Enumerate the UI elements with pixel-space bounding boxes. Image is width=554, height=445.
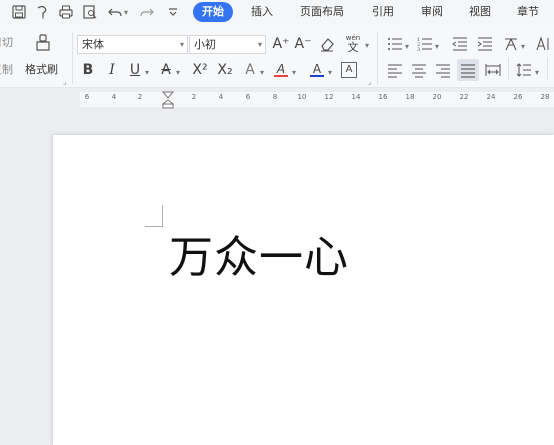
ruler-tick: 26 xyxy=(513,93,523,101)
chevron-down-icon[interactable]: ▾ xyxy=(328,68,332,77)
decrease-indent-icon[interactable] xyxy=(451,35,469,53)
chevron-down-icon[interactable]: ▾ xyxy=(365,41,369,50)
print-icon[interactable] xyxy=(57,3,75,21)
justify-icon[interactable] xyxy=(457,59,479,81)
text-direction-icon[interactable] xyxy=(534,35,552,53)
tab-view[interactable]: 视图 xyxy=(469,4,491,20)
tab-home[interactable]: 开始 xyxy=(193,2,233,22)
clear-format-icon[interactable] xyxy=(318,35,336,53)
align-left-icon[interactable] xyxy=(386,61,404,79)
divider xyxy=(72,32,73,84)
bold-button[interactable]: B xyxy=(80,61,96,79)
chinese-layout-icon[interactable] xyxy=(502,35,520,53)
strikethrough-button[interactable]: A xyxy=(158,61,174,79)
increase-indent-icon[interactable] xyxy=(476,35,494,53)
font-color-bar xyxy=(310,75,324,77)
divider xyxy=(377,32,378,84)
superscript-button[interactable]: X² xyxy=(190,61,210,79)
indent-marker-icon[interactable] xyxy=(161,91,175,109)
underline-button[interactable]: U xyxy=(127,61,143,79)
undo-dropdown-icon[interactable]: ▾ xyxy=(124,8,128,17)
chevron-down-icon[interactable]: ▾ xyxy=(435,42,439,51)
quick-access-toolbar: ▾ 开始 插入 页面布局 引用 审阅 视图 章节 xyxy=(0,0,554,24)
subscript-button[interactable]: X₂ xyxy=(215,61,235,79)
ruler-tick: 2 xyxy=(137,93,143,101)
distributed-align-icon[interactable] xyxy=(484,61,502,79)
tab-insert[interactable]: 插入 xyxy=(251,4,273,20)
tab-chapter[interactable]: 章节 xyxy=(517,4,539,20)
line-spacing-icon[interactable] xyxy=(515,61,533,79)
margin-corner-mark xyxy=(145,205,163,227)
chevron-down-icon[interactable]: ▾ xyxy=(260,68,264,77)
horizontal-ruler[interactable]: 6 4 2 2 4 6 8 10 12 14 16 18 20 22 24 26… xyxy=(0,89,554,110)
ruler-tick: 20 xyxy=(432,93,442,101)
ruler-tick: 28 xyxy=(540,93,550,101)
italic-button[interactable]: I xyxy=(104,61,120,79)
font-color-icon: A xyxy=(312,62,322,76)
ruler-tick: 6 xyxy=(84,93,90,101)
document-canvas: 万众一心 xyxy=(0,110,554,445)
undo-icon[interactable] xyxy=(106,3,124,21)
ruler-tick: 16 xyxy=(378,93,388,101)
grow-font-button[interactable]: A⁺ xyxy=(272,35,290,53)
bullet-list-icon[interactable] xyxy=(386,35,404,53)
ruler-tick: 10 xyxy=(297,93,307,101)
font-name-select[interactable]: 宋体 ▾ xyxy=(77,35,188,54)
history-icon[interactable] xyxy=(33,3,51,21)
ruler-tick: 4 xyxy=(111,93,117,101)
customize-icon[interactable] xyxy=(164,3,182,21)
chevron-down-icon: ▾ xyxy=(179,40,184,49)
font-group-expand-icon[interactable]: ⌟ xyxy=(368,78,371,86)
text-effect-button[interactable]: A xyxy=(242,61,258,79)
ruler-tick: 4 xyxy=(218,93,224,101)
font-size-select[interactable]: 小初 ▾ xyxy=(189,35,266,54)
highlight-button[interactable]: A xyxy=(272,61,290,79)
document-body-text[interactable]: 万众一心 xyxy=(169,231,349,285)
chevron-down-icon[interactable]: ▾ xyxy=(176,68,180,77)
format-painter-icon[interactable] xyxy=(33,32,53,54)
pinyin-guide-button[interactable]: wén 文 xyxy=(342,32,364,56)
ruler-tick: 24 xyxy=(486,93,496,101)
ruler-tick: 2 xyxy=(191,93,197,101)
chevron-down-icon[interactable]: ▾ xyxy=(292,68,296,77)
cut-button[interactable]: 剪切 xyxy=(0,36,13,50)
font-size-value: 小初 xyxy=(194,38,216,51)
font-color-button[interactable]: A xyxy=(308,61,326,79)
align-right-icon[interactable] xyxy=(434,61,452,79)
clipboard-expand-icon[interactable]: ⌟ xyxy=(63,78,66,86)
highlight-icon: A xyxy=(276,62,286,76)
tab-references[interactable]: 引用 xyxy=(372,4,394,20)
copy-button[interactable]: 复制 xyxy=(0,63,13,77)
document-page[interactable]: 万众一心 xyxy=(53,135,554,445)
ruler-tick: 6 xyxy=(245,93,251,101)
highlight-color-bar xyxy=(274,75,288,77)
ruler-tick: 14 xyxy=(351,93,361,101)
font-name-value: 宋体 xyxy=(82,38,104,51)
print-preview-icon[interactable] xyxy=(81,3,99,21)
tab-page-layout[interactable]: 页面布局 xyxy=(300,4,344,20)
ruler-tick: 12 xyxy=(324,93,334,101)
chevron-down-icon[interactable]: ▾ xyxy=(405,42,409,51)
format-painter-button[interactable]: 格式刷 xyxy=(25,63,58,77)
character-border-button[interactable]: A xyxy=(341,62,357,78)
ribbon: 剪切 复制 格式刷 ⌟ 宋体 ▾ 小初 ▾ A⁺ A⁻ wén 文 ▾ B I … xyxy=(0,24,554,88)
divider xyxy=(547,58,548,80)
chevron-down-icon[interactable]: ▾ xyxy=(145,68,149,77)
chevron-down-icon: ▾ xyxy=(257,40,262,49)
divider xyxy=(508,58,509,80)
chevron-down-icon[interactable]: ▾ xyxy=(535,68,539,77)
chevron-down-icon[interactable]: ▾ xyxy=(521,42,525,51)
svg-text:3: 3 xyxy=(417,47,420,52)
tab-review[interactable]: 审阅 xyxy=(421,4,443,20)
redo-icon[interactable] xyxy=(138,3,156,21)
ruler-tick: 22 xyxy=(459,93,469,101)
numbered-list-icon[interactable]: 123 xyxy=(416,35,434,53)
ruler-tick: 8 xyxy=(272,93,278,101)
shrink-font-button[interactable]: A⁻ xyxy=(294,35,312,53)
ruler-tick: 18 xyxy=(405,93,415,101)
pinyin-char: 文 xyxy=(347,41,359,54)
save-icon[interactable] xyxy=(10,3,28,21)
align-center-icon[interactable] xyxy=(410,61,428,79)
